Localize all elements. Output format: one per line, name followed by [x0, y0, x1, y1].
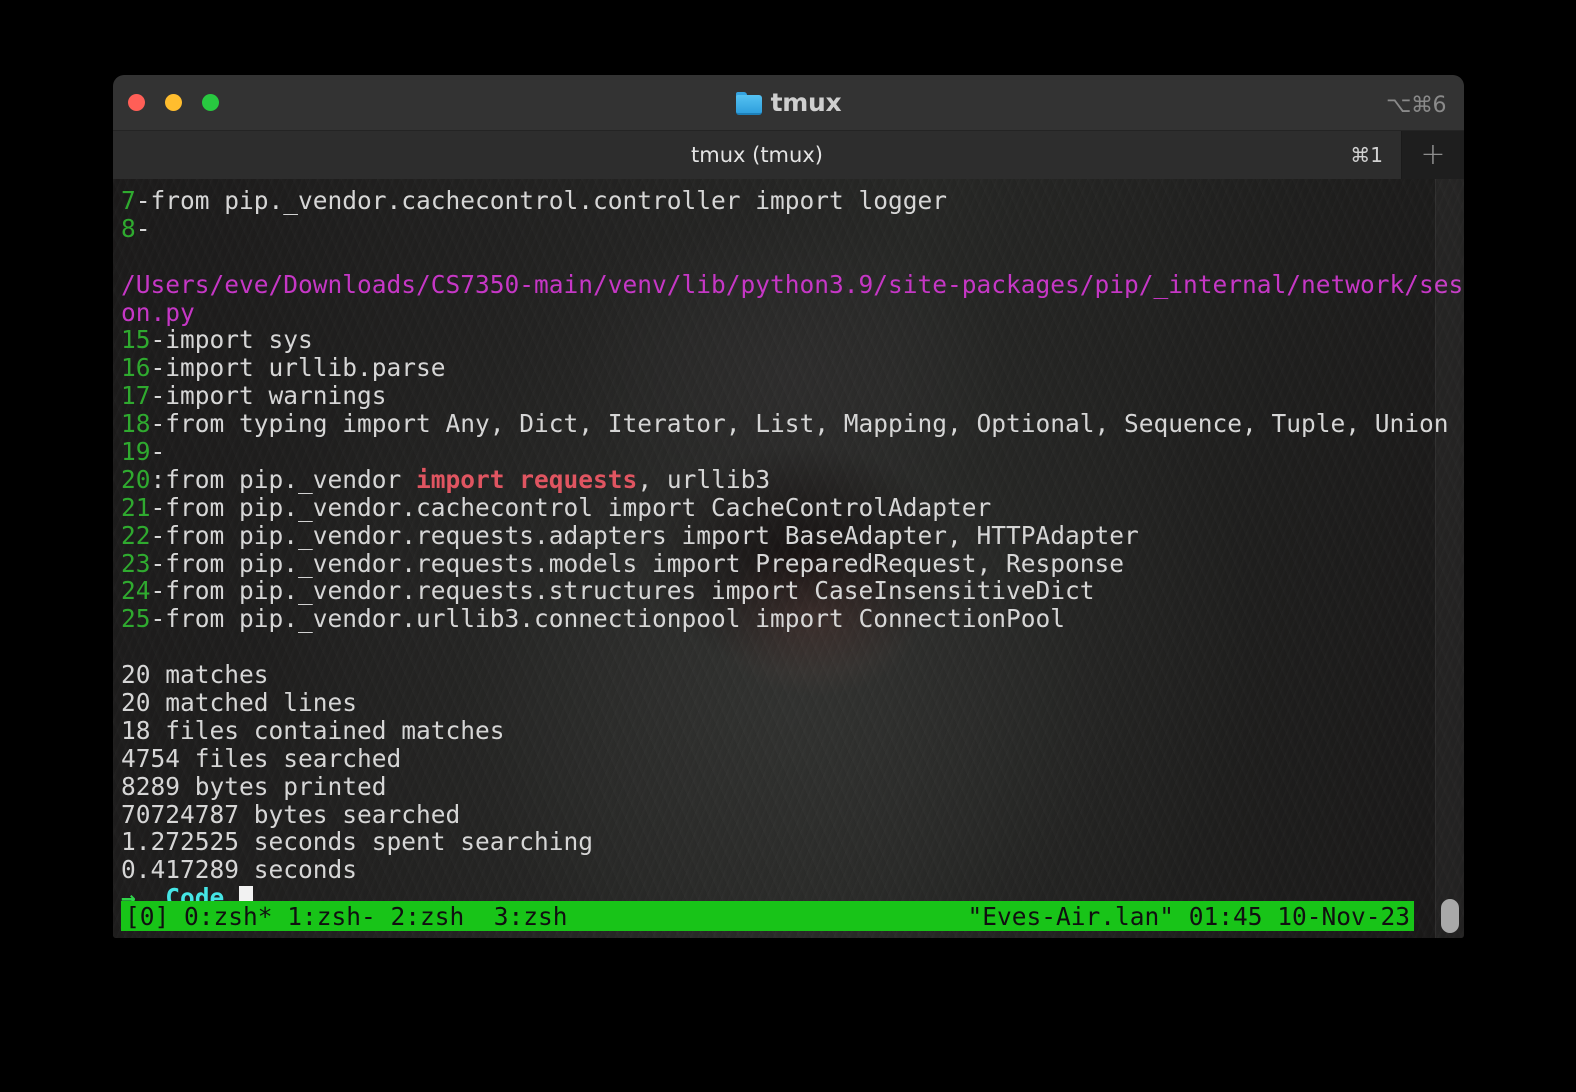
line-number: 22	[121, 520, 151, 550]
line-separator: -	[150, 520, 166, 550]
code-text: from pip._vendor.requests.models import …	[165, 548, 1125, 578]
terminal-line: 7-from pip._vendor.cachecontrol.controll…	[121, 187, 1464, 215]
terminal-line: 22-from pip._vendor.requests.adapters im…	[121, 520, 1464, 550]
terminal-line: 20 matches	[121, 661, 1464, 689]
line-separator: -	[150, 576, 166, 606]
code-text: from typing import Any, Dict, Iterator, …	[165, 409, 1449, 439]
terminal-line: 19-	[121, 438, 1464, 466]
line-number: 19	[121, 437, 151, 467]
terminal-line: 25-from pip._vendor.urllib3.connectionpo…	[121, 605, 1464, 633]
window-title: tmux	[770, 88, 842, 117]
tmux-status-bar: [0] 0:zsh* 1:zsh- 2:zsh 3:zsh "Eves-Air.…	[121, 901, 1414, 931]
line-separator: -	[150, 381, 166, 411]
line-separator: :	[150, 464, 166, 494]
terminal-line: 70724787 bytes searched	[121, 799, 1464, 829]
terminal-line: 18 files contained matches	[121, 715, 1464, 745]
tmux-status-right: "Eves-Air.lan" 01:45 10-Nov-23	[967, 901, 1410, 931]
terminal-screen: 7-from pip._vendor.cachecontrol.controll…	[113, 179, 1464, 938]
tab-shortcut-label: ⌘1	[1350, 143, 1383, 167]
line-number: 24	[121, 576, 151, 606]
terminal-line: 4754 files searched	[121, 743, 1464, 773]
line-number: 21	[121, 492, 151, 522]
line-separator: -	[150, 492, 166, 522]
search-stat-line: 20 matches	[121, 660, 269, 690]
terminal-window: tmux ⌥⌘6 tmux (tmux) ⌘1 + 7-from pip._ve…	[113, 75, 1464, 938]
line-separator: -	[150, 353, 166, 383]
code-text: , urllib3	[637, 464, 771, 494]
terminal-line: 8-	[121, 213, 1464, 243]
code-text: from pip._vendor.requests.adapters impor…	[165, 520, 1139, 550]
scrollbar-thumb[interactable]	[1441, 899, 1459, 933]
code-text: import warnings	[165, 381, 387, 411]
line-separator: -	[135, 186, 151, 215]
terminal-line: 0.417289 seconds	[121, 856, 1464, 884]
traffic-lights	[128, 94, 219, 111]
tmux-status-left: [0] 0:zsh* 1:zsh- 2:zsh 3:zsh	[125, 901, 568, 931]
line-number: 23	[121, 548, 151, 578]
terminal-line: 16-import urllib.parse	[121, 354, 1464, 382]
terminal-line: 1.272525 seconds spent searching	[121, 828, 1464, 856]
scrollbar-track[interactable]	[1435, 179, 1464, 938]
terminal-line: 21-from pip._vendor.cachecontrol import …	[121, 492, 1464, 522]
terminal-line: 20 matched lines	[121, 689, 1464, 717]
search-stat-line: 8289 bytes printed	[121, 771, 387, 801]
new-tab-button[interactable]: +	[1402, 131, 1464, 179]
terminal-line: 15-import sys	[121, 326, 1464, 354]
terminal-line: 18-from typing import Any, Dict, Iterato…	[121, 410, 1464, 438]
tab-label: tmux (tmux)	[691, 143, 823, 167]
search-stat-line: 0.417289 seconds	[121, 855, 358, 885]
search-stat-line: 1.272525 seconds spent searching	[121, 827, 594, 857]
zoom-window-button[interactable]	[202, 94, 219, 111]
terminal-line: /Users/eve/Downloads/CS7350-main/venv/li…	[121, 269, 1464, 299]
window-shortcut-label: ⌥⌘6	[1386, 93, 1446, 118]
search-stat-line: 4754 files searched	[121, 743, 402, 773]
code-text: import sys	[165, 325, 313, 355]
terminal-line: 17-import warnings	[121, 382, 1464, 410]
match-file-path: /Users/eve/Downloads/CS7350-main/venv/li…	[121, 269, 1464, 299]
terminal-pane[interactable]: 7-from pip._vendor.cachecontrol.controll…	[113, 179, 1464, 938]
line-separator: -	[135, 213, 151, 243]
match-highlight: import requests	[416, 464, 638, 494]
code-text: from pip._vendor.requests.structures imp…	[165, 576, 1095, 606]
code-text: from pip._vendor	[165, 464, 417, 494]
terminal-line: 20:from pip._vendor import requests, url…	[121, 464, 1464, 494]
line-number: 7	[121, 186, 136, 215]
minimize-window-button[interactable]	[165, 94, 182, 111]
window-title-group: tmux	[113, 88, 1464, 117]
search-stat-line: 18 files contained matches	[121, 715, 505, 745]
terminal-line: 8289 bytes printed	[121, 771, 1464, 801]
code-text: from pip._vendor.cachecontrol.controller…	[150, 186, 948, 215]
line-number: 25	[121, 604, 151, 634]
match-file-path: on.py	[121, 297, 195, 327]
line-separator: -	[150, 604, 166, 634]
line-number: 15	[121, 325, 151, 355]
line-separator: -	[150, 325, 166, 355]
search-stat-line: 70724787 bytes searched	[121, 799, 461, 829]
tab-bar: tmux (tmux) ⌘1 +	[113, 131, 1464, 179]
line-number: 17	[121, 381, 151, 411]
terminal-line: 23-from pip._vendor.requests.models impo…	[121, 548, 1464, 578]
line-number: 20	[121, 464, 151, 494]
line-separator: -	[150, 409, 166, 439]
line-number: 16	[121, 353, 151, 383]
line-number: 18	[121, 409, 151, 439]
tab-tmux[interactable]: tmux (tmux) ⌘1	[113, 131, 1402, 179]
terminal-line: 24-from pip._vendor.requests.structures …	[121, 577, 1464, 605]
folder-icon	[735, 92, 762, 115]
window-titlebar: tmux ⌥⌘6	[113, 75, 1464, 131]
search-stat-line: 20 matched lines	[121, 688, 358, 718]
line-number: 8	[121, 213, 136, 243]
code-text: import urllib.parse	[165, 353, 446, 383]
code-text: from pip._vendor.cachecontrol import Cac…	[165, 492, 992, 522]
line-separator: -	[150, 437, 166, 467]
close-window-button[interactable]	[128, 94, 145, 111]
terminal-line: on.py	[121, 297, 1464, 327]
code-text: from pip._vendor.urllib3.connectionpool …	[165, 604, 1066, 634]
line-separator: -	[150, 548, 166, 578]
